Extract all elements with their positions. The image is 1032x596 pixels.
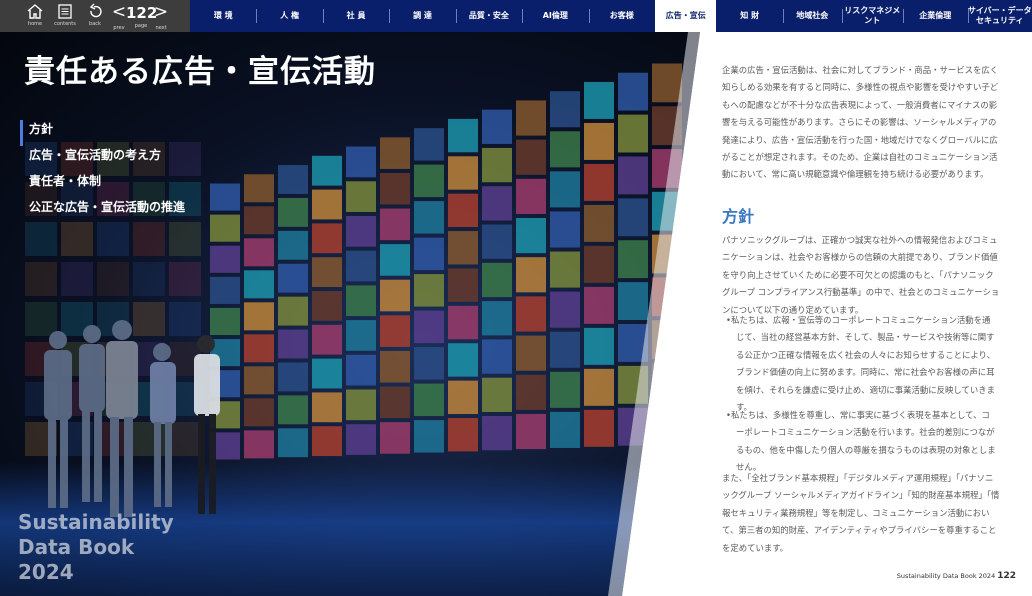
nav-item[interactable]: 企業倫理 xyxy=(903,0,967,32)
contents-icon xyxy=(58,4,72,19)
back-button[interactable]: back xyxy=(84,0,106,32)
book-title-line3: 2024 xyxy=(18,560,74,584)
nav-item[interactable]: 社 員 xyxy=(322,0,389,32)
category-nav: 環 境人 権社 員調 達品質・安全 AI倫理 お客様 広告・宣伝知 財地域社会 リスクマ… xyxy=(190,0,1032,32)
page-title: 責任ある広告・宣伝活動 xyxy=(24,54,376,90)
intro-paragraph: 企業の広告・宣伝活動は、社会に対してブランド・商品・サービスを広く知らしめる効果… xyxy=(722,65,999,180)
footer-book-title: Sustainability Data Book 2024 xyxy=(896,572,996,580)
policy-heading: 方針 xyxy=(722,207,755,226)
policy-paragraph: パナソニックグループは、正確かつ誠実な社外への情報発信およびコミュニケーションは… xyxy=(722,235,1000,315)
toc-link[interactable]: 公正な広告・宣伝活動の推進 xyxy=(20,198,185,224)
home-icon xyxy=(27,4,43,19)
nav-item[interactable]: 知 財 xyxy=(716,0,782,32)
nav-item[interactable]: サイバー・データ セキュリティ xyxy=(967,0,1032,32)
nav-item[interactable]: 人 権 xyxy=(256,0,322,32)
nav-item[interactable]: お客様 xyxy=(588,0,655,32)
home-label: home xyxy=(27,21,43,27)
chevron-right-icon: > xyxy=(153,2,169,22)
nav-item[interactable]: AI倫理 xyxy=(522,0,588,32)
home-button[interactable]: home xyxy=(23,0,47,32)
nav-item[interactable]: 広告・宣伝 xyxy=(654,0,717,32)
book-title-line1: Sustainability xyxy=(18,510,174,534)
back-icon xyxy=(89,3,102,18)
nav-item[interactable]: 環 境 xyxy=(190,0,256,32)
diagonal-edge xyxy=(608,32,720,596)
book-title-line2: Data Book xyxy=(18,535,135,559)
page-number: 122 xyxy=(126,4,158,22)
closing-paragraph: また、「全社ブランド基本規程」「デジタルメディア運用規程」「パナソニックグループ… xyxy=(722,473,1000,553)
nav-item[interactable]: リスクマネジメント xyxy=(841,0,904,32)
back-label: back xyxy=(89,21,101,27)
policy-bullet: •私たちは、広報・宣伝等のコーポレートコミュニケーション活動を通じて、当社の経営… xyxy=(726,315,995,413)
prev-label: prev xyxy=(113,25,125,31)
toc-link[interactable]: 方針 xyxy=(20,120,185,146)
prev-page-button[interactable]: < prev xyxy=(111,0,127,32)
section-toc: 方針 広告・宣伝活動の考え方 責任者・体制 公正な広告・宣伝活動の推進 xyxy=(20,120,185,224)
policy-bullet: •私たちは、多様性を尊重し、常に事実に基づく表現を基本として、コーポレートコミュ… xyxy=(726,410,996,473)
nav-item[interactable]: 調 達 xyxy=(389,0,455,32)
footer-page-number: 122 xyxy=(997,571,1016,581)
toolbar: home contents back < prev 122 page > nex… xyxy=(0,0,190,32)
chevron-left-icon: < xyxy=(111,2,127,22)
top-bar: home contents back < prev 122 page > nex… xyxy=(0,0,1032,32)
page-footer: Sustainability Data Book 2024 122 xyxy=(897,571,1016,581)
nav-item[interactable]: 地域社会 xyxy=(782,0,842,32)
contents-label: contents xyxy=(54,21,76,27)
page-indicator[interactable]: 122 page xyxy=(126,0,158,32)
toc-link[interactable]: 広告・宣伝活動の考え方 xyxy=(20,146,185,172)
nav-item[interactable]: 品質・安全 xyxy=(455,0,522,32)
hero-image: 責任ある広告・宣伝活動 方針 広告・宣伝活動の考え方 責任者・体制 公正な広告・宣伝活… xyxy=(0,32,700,596)
book-title-watermark: Sustainability Data Book 2024 xyxy=(18,510,174,585)
next-label: next xyxy=(155,25,167,31)
toc-link[interactable]: 責任者・体制 xyxy=(20,172,185,198)
contents-button[interactable]: contents xyxy=(53,0,77,32)
next-page-button[interactable]: > next xyxy=(153,0,169,32)
